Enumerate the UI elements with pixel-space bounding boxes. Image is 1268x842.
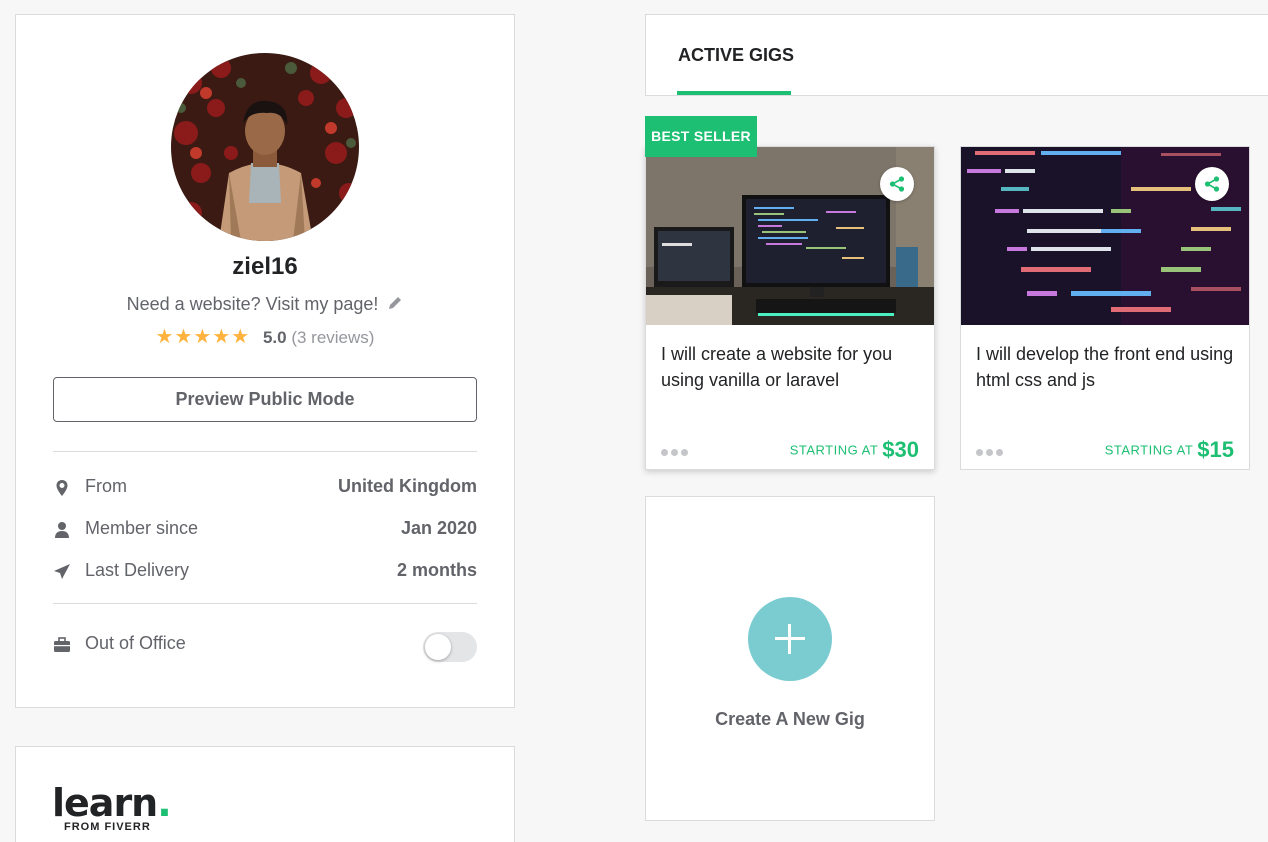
briefcase-icon: [53, 636, 71, 654]
plus-icon[interactable]: [748, 597, 832, 681]
info-row-from: From United Kingdom: [53, 476, 477, 500]
edit-pencil-icon[interactable]: [387, 295, 403, 316]
info-value: Jan 2020: [400, 518, 477, 538]
info-label: From: [85, 476, 127, 496]
learn-card[interactable]: learn. FROM FIVERR: [15, 746, 515, 842]
gig-card[interactable]: I will develop the front end using html …: [960, 146, 1250, 470]
gig-title-link[interactable]: I will develop the front end using html …: [976, 341, 1236, 393]
username: ziel16: [232, 253, 298, 280]
info-row-last-delivery: Last Delivery 2 months: [53, 560, 477, 584]
divider: [53, 451, 477, 452]
info-value: 2 months: [396, 560, 477, 580]
divider: [53, 603, 477, 604]
out-of-office-label: Out of Office: [85, 633, 186, 653]
share-button[interactable]: [1195, 167, 1229, 201]
gig-title-link[interactable]: I will create a website for you using va…: [661, 341, 921, 393]
best-seller-badge: BEST SELLER: [645, 116, 757, 157]
info-label: Last Delivery: [85, 560, 190, 580]
create-new-gig-label[interactable]: Create A New Gig: [646, 709, 934, 730]
price-value: $30: [882, 437, 919, 462]
info-label: Member since: [85, 518, 199, 538]
out-of-office-row: Out of Office: [53, 632, 477, 662]
active-tab-indicator: [677, 91, 791, 95]
more-options-icon[interactable]: [976, 443, 1008, 456]
out-of-office-toggle[interactable]: [423, 632, 477, 662]
gig-thumbnail[interactable]: [961, 147, 1249, 325]
gigs-tab-bar: ACTIVE GIGS: [645, 14, 1268, 96]
paper-plane-icon: [53, 563, 71, 581]
price-label: STARTING AT: [789, 442, 879, 458]
preview-public-mode-button[interactable]: Preview Public Mode: [53, 377, 477, 422]
more-options-icon[interactable]: [661, 443, 693, 456]
avatar[interactable]: [171, 53, 359, 241]
tab-active-gigs[interactable]: ACTIVE GIGS: [678, 45, 794, 66]
learn-dot: .: [157, 781, 171, 825]
location-pin-icon: [53, 479, 71, 497]
profile-tagline: Need a website? Visit my page!: [16, 294, 514, 316]
tagline-text: Need a website? Visit my page!: [126, 294, 379, 314]
gig-price: STARTING AT $30: [790, 437, 919, 463]
rating-score: 5.0: [262, 328, 287, 347]
share-icon: [889, 176, 905, 192]
info-value: United Kingdom: [338, 476, 477, 496]
info-row-member-since: Member since Jan 2020: [53, 518, 477, 542]
rating: ★★★★★ 5.0 (3 reviews): [16, 324, 514, 349]
review-count-link[interactable]: (3 reviews): [291, 328, 374, 347]
toggle-knob: [425, 634, 451, 660]
gig-card[interactable]: I will create a website for you using va…: [645, 146, 935, 470]
create-new-gig-card[interactable]: Create A New Gig: [645, 496, 935, 821]
user-icon: [53, 521, 71, 539]
gig-price: STARTING AT $15: [1105, 437, 1234, 463]
share-button[interactable]: [880, 167, 914, 201]
star-icon: ★★★★★: [155, 326, 251, 348]
profile-card: ziel16 Need a website? Visit my page! ★★…: [15, 14, 515, 708]
learn-from-fiverr-logo: learn. FROM FIVERR: [52, 781, 172, 833]
share-icon: [1204, 176, 1220, 192]
price-label: STARTING AT: [1104, 442, 1194, 458]
learn-wordmark: learn: [52, 781, 158, 825]
gig-thumbnail[interactable]: [646, 147, 934, 325]
price-value: $15: [1197, 437, 1234, 462]
